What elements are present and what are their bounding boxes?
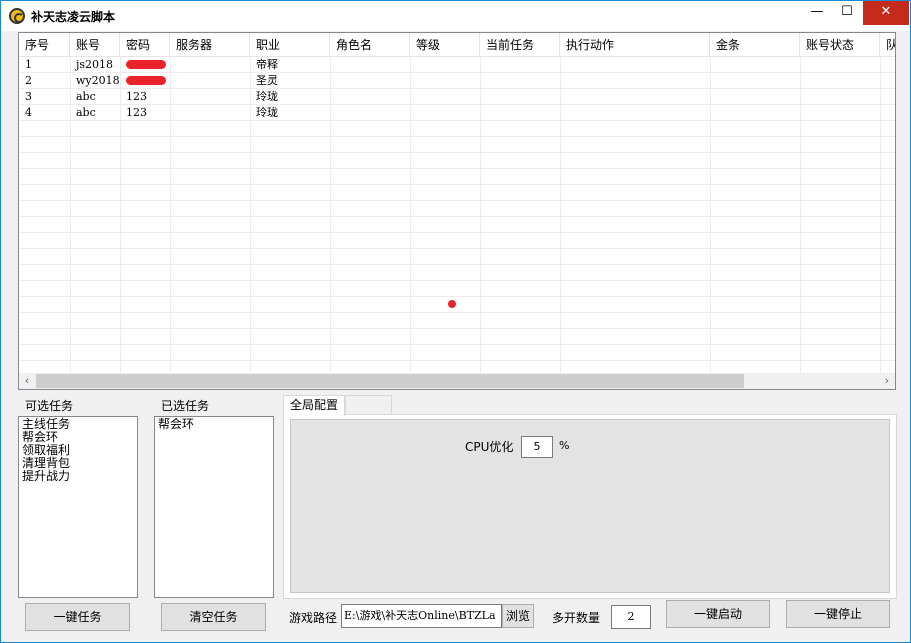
empty-row bbox=[19, 153, 895, 169]
column-header-job[interactable]: 职业 bbox=[250, 33, 330, 57]
cell-job: 圣灵 bbox=[256, 74, 278, 87]
redaction-mark bbox=[126, 75, 166, 85]
cell-job: 玲珑 bbox=[256, 106, 278, 119]
table-row[interactable]: 2 wy2018 圣灵 bbox=[19, 73, 895, 89]
tab-panel: CPU优化 5 % bbox=[283, 414, 897, 599]
selected-tasks-label: 已选任务 bbox=[161, 399, 210, 413]
cell-server bbox=[170, 89, 176, 105]
empty-row bbox=[19, 329, 895, 345]
cell-no: 4 bbox=[25, 106, 32, 119]
tab-global-config[interactable]: 全局配置 bbox=[283, 395, 345, 416]
empty-row bbox=[19, 169, 895, 185]
tab-second[interactable] bbox=[345, 395, 392, 415]
column-header-team[interactable]: 队 bbox=[880, 33, 895, 57]
scrollbar-thumb[interactable] bbox=[36, 374, 744, 388]
table-row[interactable]: 4 abc 123 玲珑 bbox=[19, 105, 895, 121]
column-header-password[interactable]: 密码 bbox=[120, 33, 170, 57]
cell-password bbox=[120, 73, 166, 89]
scroll-left-icon[interactable]: ‹ bbox=[19, 373, 35, 389]
cell-no: 2 bbox=[25, 74, 32, 87]
multi-open-count-input[interactable]: 2 bbox=[611, 605, 651, 629]
multi-open-count-label: 多开数量 bbox=[552, 611, 601, 625]
browse-button[interactable]: 浏览 bbox=[502, 604, 534, 628]
available-tasks-label: 可选任务 bbox=[25, 399, 74, 413]
cell-password bbox=[120, 57, 166, 73]
empty-row bbox=[19, 249, 895, 265]
clear-task-button[interactable]: 清空任务 bbox=[161, 603, 266, 631]
empty-row bbox=[19, 217, 895, 233]
redaction-mark bbox=[126, 59, 166, 69]
global-config-panel: CPU优化 5 % bbox=[290, 419, 890, 593]
one-key-start-button[interactable]: 一键启动 bbox=[666, 600, 770, 628]
cell-no: 1 bbox=[25, 58, 32, 71]
empty-row bbox=[19, 297, 895, 313]
cell-server bbox=[170, 73, 176, 89]
game-path-label: 游戏路径 bbox=[289, 611, 338, 625]
one-key-task-button[interactable]: 一键任务 bbox=[25, 603, 130, 631]
cell-job: 帝释 bbox=[256, 58, 278, 71]
main-window: 补天志凌云脚本 — ☐ ✕ 序号 账号 密码 服务器 职业 角色名 等级 当前任… bbox=[0, 0, 911, 643]
cpu-optimize-input[interactable]: 5 bbox=[521, 436, 553, 458]
column-header-account[interactable]: 账号 bbox=[70, 33, 120, 57]
scroll-right-icon[interactable]: › bbox=[879, 373, 895, 389]
cell-server bbox=[170, 105, 176, 121]
game-path-input[interactable]: E:\游戏\补天志Online\BTZLa bbox=[341, 604, 502, 628]
column-header-action[interactable]: 执行动作 bbox=[560, 33, 710, 57]
empty-row bbox=[19, 201, 895, 217]
empty-row bbox=[19, 281, 895, 297]
column-header-current-task[interactable]: 当前任务 bbox=[480, 33, 560, 57]
one-key-stop-button[interactable]: 一键停止 bbox=[786, 600, 890, 628]
column-header-server[interactable]: 服务器 bbox=[170, 33, 250, 57]
empty-row bbox=[19, 137, 895, 153]
empty-row bbox=[19, 345, 895, 361]
cpu-unit-label: % bbox=[559, 439, 570, 452]
cell-account: wy2018 bbox=[76, 74, 120, 87]
column-header-status[interactable]: 账号状态 bbox=[800, 33, 880, 57]
minimize-button[interactable]: — bbox=[801, 1, 833, 25]
cell-password: 123 bbox=[126, 90, 147, 103]
list-header: 序号 账号 密码 服务器 职业 角色名 等级 当前任务 执行动作 金条 账号状态… bbox=[19, 33, 895, 57]
app-logo-icon bbox=[9, 8, 25, 24]
table-row[interactable]: 1 js2018 帝释 bbox=[19, 57, 895, 73]
close-button[interactable]: ✕ bbox=[863, 1, 909, 25]
empty-row bbox=[19, 265, 895, 281]
empty-row bbox=[19, 185, 895, 201]
cpu-optimize-label: CPU优化 bbox=[465, 440, 514, 454]
maximize-button[interactable]: ☐ bbox=[831, 1, 863, 25]
list-item[interactable]: 提升战力 bbox=[22, 470, 134, 483]
empty-row bbox=[19, 313, 895, 329]
cell-no: 3 bbox=[25, 90, 32, 103]
list-item[interactable]: 帮会环 bbox=[158, 418, 270, 431]
cell-server bbox=[170, 57, 176, 73]
horizontal-scrollbar[interactable]: ‹ › bbox=[19, 373, 895, 389]
column-header-level[interactable]: 等级 bbox=[410, 33, 480, 57]
red-dot-marker bbox=[448, 300, 456, 308]
title-bar[interactable]: 补天志凌云脚本 — ☐ ✕ bbox=[1, 1, 910, 31]
window-title: 补天志凌云脚本 bbox=[31, 10, 116, 24]
cell-account: js2018 bbox=[76, 58, 114, 71]
column-header-no[interactable]: 序号 bbox=[19, 33, 70, 57]
empty-row bbox=[19, 233, 895, 249]
cell-account: abc bbox=[76, 106, 96, 119]
account-list[interactable]: 序号 账号 密码 服务器 职业 角色名 等级 当前任务 执行动作 金条 账号状态… bbox=[18, 32, 896, 390]
selected-tasks-list[interactable]: 帮会环 bbox=[154, 416, 274, 598]
cell-job: 玲珑 bbox=[256, 90, 278, 103]
cell-account: abc bbox=[76, 90, 96, 103]
column-header-gold[interactable]: 金条 bbox=[710, 33, 800, 57]
empty-row bbox=[19, 121, 895, 137]
table-row[interactable]: 3 abc 123 玲珑 bbox=[19, 89, 895, 105]
cell-password: 123 bbox=[126, 106, 147, 119]
available-tasks-list[interactable]: 主线任务 帮会环 领取福利 清理背包 提升战力 bbox=[18, 416, 138, 598]
column-header-role-name[interactable]: 角色名 bbox=[330, 33, 410, 57]
